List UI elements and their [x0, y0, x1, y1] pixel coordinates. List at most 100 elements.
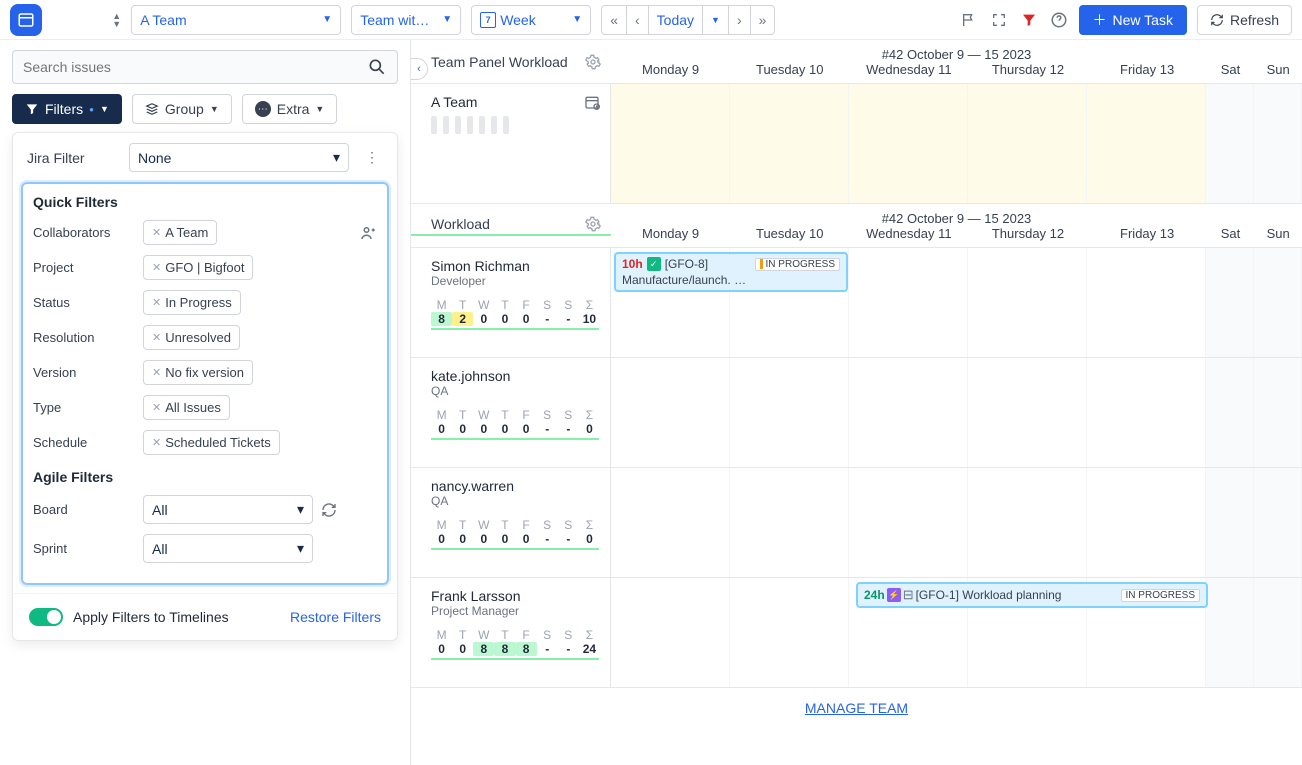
task-card[interactable]: 24h ⚡ ⊟ [GFO-1] Workload planningIN PROG…	[856, 582, 1208, 608]
chevron-down-icon: ▼	[572, 14, 582, 25]
timeline-content: ‹ Team Panel Workload #42 October 9 — 15…	[410, 40, 1302, 765]
help-icon[interactable]	[1049, 10, 1069, 30]
chevron-down-icon: ▼	[210, 104, 219, 114]
new-task-button[interactable]: ＋ New Task	[1079, 5, 1187, 35]
person-role: Project Manager	[431, 604, 600, 618]
hours-grid: MTWTFSSΣ00000--0	[431, 408, 600, 440]
task-type-icon: ⚡	[887, 588, 901, 602]
chevron-down-icon: ▾	[333, 149, 340, 166]
range-dropdown[interactable]: 7 Week ▼	[471, 5, 591, 35]
chip-version[interactable]: ✕No fix version	[143, 360, 253, 385]
chevron-down-icon: ▼	[322, 14, 332, 25]
day-header: Sun	[1254, 62, 1302, 77]
day-header: Thursday 12	[968, 62, 1087, 77]
person-row: nancy.warrenQAMTWTFSSΣ00000--0	[411, 468, 1302, 578]
refresh-icon	[1210, 13, 1224, 27]
app-switcher-chevrons[interactable]: ▲▼	[112, 12, 121, 28]
close-icon[interactable]: ✕	[152, 436, 161, 449]
day-header: Thursday 12	[968, 226, 1087, 241]
search-icon[interactable]	[367, 57, 387, 77]
close-icon[interactable]: ✕	[152, 261, 161, 274]
chevron-down-icon: ▼	[315, 104, 324, 114]
fullscreen-icon[interactable]	[989, 10, 1009, 30]
task-type-icon: ✓	[647, 257, 661, 271]
hours-grid: MTWTFSSΣ00000--0	[431, 518, 600, 550]
calendar-icon[interactable]	[584, 94, 600, 110]
close-icon[interactable]: ✕	[152, 226, 161, 239]
chip-schedule[interactable]: ✕Scheduled Tickets	[143, 430, 280, 455]
kebab-icon[interactable]: ⋮	[361, 149, 383, 166]
nav-last-button[interactable]: »	[751, 6, 775, 34]
filters-button[interactable]: Filters ● ▼	[12, 94, 122, 124]
nav-first-button[interactable]: «	[602, 6, 627, 34]
hierarchy-icon: ⊟	[903, 587, 914, 603]
day-header: Sat	[1207, 62, 1255, 77]
calendar-icon: 7	[480, 12, 496, 28]
person-icon[interactable]	[359, 224, 377, 242]
person-name: nancy.warren	[431, 478, 600, 494]
close-icon[interactable]: ✕	[152, 401, 161, 414]
person-name: Simon Richman	[431, 258, 600, 274]
gear-icon[interactable]	[585, 216, 601, 232]
chip-collaborators[interactable]: ✕A Team	[143, 220, 217, 245]
close-icon[interactable]: ✕	[152, 366, 161, 379]
task-status: IN PROGRESS	[755, 258, 840, 271]
team-workload-bars	[431, 116, 600, 134]
filter-icon[interactable]	[1019, 10, 1039, 30]
board-select[interactable]: All▾	[143, 495, 313, 524]
person-name: Frank Larsson	[431, 588, 600, 604]
nav-prev-button[interactable]: ‹	[627, 6, 649, 34]
day-header: Sun	[1254, 226, 1302, 241]
chip-resolution[interactable]: ✕Unresolved	[143, 325, 240, 350]
gear-icon[interactable]	[585, 54, 601, 70]
refresh-button[interactable]: Refresh	[1197, 5, 1292, 35]
sprint-select[interactable]: All▾	[143, 534, 313, 563]
apply-filters-toggle[interactable]	[29, 608, 63, 626]
nav-next-button[interactable]: ›	[729, 6, 751, 34]
chevron-down-icon: ▼	[100, 104, 109, 114]
chip-type[interactable]: ✕All Issues	[143, 395, 230, 420]
task-status: IN PROGRESS	[1121, 589, 1200, 602]
jira-filter-select[interactable]: None ▾	[129, 143, 349, 172]
workload-header: Workload #42 October 9 — 15 2023 Monday …	[411, 204, 1302, 248]
group-button[interactable]: Group ▼	[132, 94, 232, 124]
refresh-icon[interactable]	[321, 502, 337, 518]
nav-today-dropdown[interactable]: ▼	[703, 6, 729, 34]
flag-icon[interactable]	[959, 10, 979, 30]
person-name: kate.johnson	[431, 368, 600, 384]
chevron-down-icon: ▼	[442, 14, 452, 25]
chip-project[interactable]: ✕GFO | Bigfoot	[143, 255, 253, 280]
person-role: Developer	[431, 274, 600, 288]
task-desc: Manufacture/launch. …	[622, 273, 840, 287]
task-hours: 24h	[864, 588, 885, 602]
quick-filters-section: Quick Filters Collaborators ✕A Team Proj…	[21, 182, 389, 585]
task-key: [GFO-8]	[665, 257, 708, 271]
day-header: Wednesday 11	[849, 226, 968, 241]
workload-title: Workload	[431, 216, 490, 232]
day-header: Tuesday 10	[730, 226, 849, 241]
person-row: kate.johnsonQA MTWTFSSΣ00000--0	[411, 358, 1302, 468]
more-icon: ⋯	[255, 101, 271, 117]
day-header: Monday 9	[611, 62, 730, 77]
close-icon[interactable]: ✕	[152, 296, 161, 309]
search-input[interactable]	[23, 59, 367, 75]
quick-filters-title: Quick Filters	[33, 194, 377, 210]
task-card[interactable]: 10h✓[GFO-8]IN PROGRESSManufacture/launch…	[614, 252, 848, 292]
restore-filters-link[interactable]: Restore Filters	[290, 609, 381, 625]
extra-button[interactable]: ⋯ Extra ▼	[242, 94, 338, 124]
search-input-wrap[interactable]	[12, 50, 398, 84]
hours-grid: MTWTFSSΣ82000--10	[431, 298, 600, 330]
nav-today-button[interactable]: Today	[649, 6, 703, 34]
close-icon[interactable]: ✕	[152, 331, 161, 344]
week-label: #42 October 9 — 15 2023	[611, 211, 1302, 226]
team-with-dropdown[interactable]: Team wit… ▼	[351, 5, 461, 35]
day-header: Friday 13	[1088, 226, 1207, 241]
person-role: QA	[431, 384, 600, 398]
team-panel-header: Team Panel Workload #42 October 9 — 15 2…	[411, 40, 1302, 84]
team-dropdown[interactable]: A Team ▼	[131, 5, 341, 35]
person-row: Frank LarssonProject ManagerMTWTFSSΣ0088…	[411, 578, 1302, 688]
active-dot-icon: ●	[89, 105, 94, 114]
manage-team-link[interactable]: MANAGE TEAM	[411, 688, 1302, 728]
date-nav: « ‹ Today ▼ › »	[601, 5, 775, 35]
chip-status[interactable]: ✕In Progress	[143, 290, 241, 315]
